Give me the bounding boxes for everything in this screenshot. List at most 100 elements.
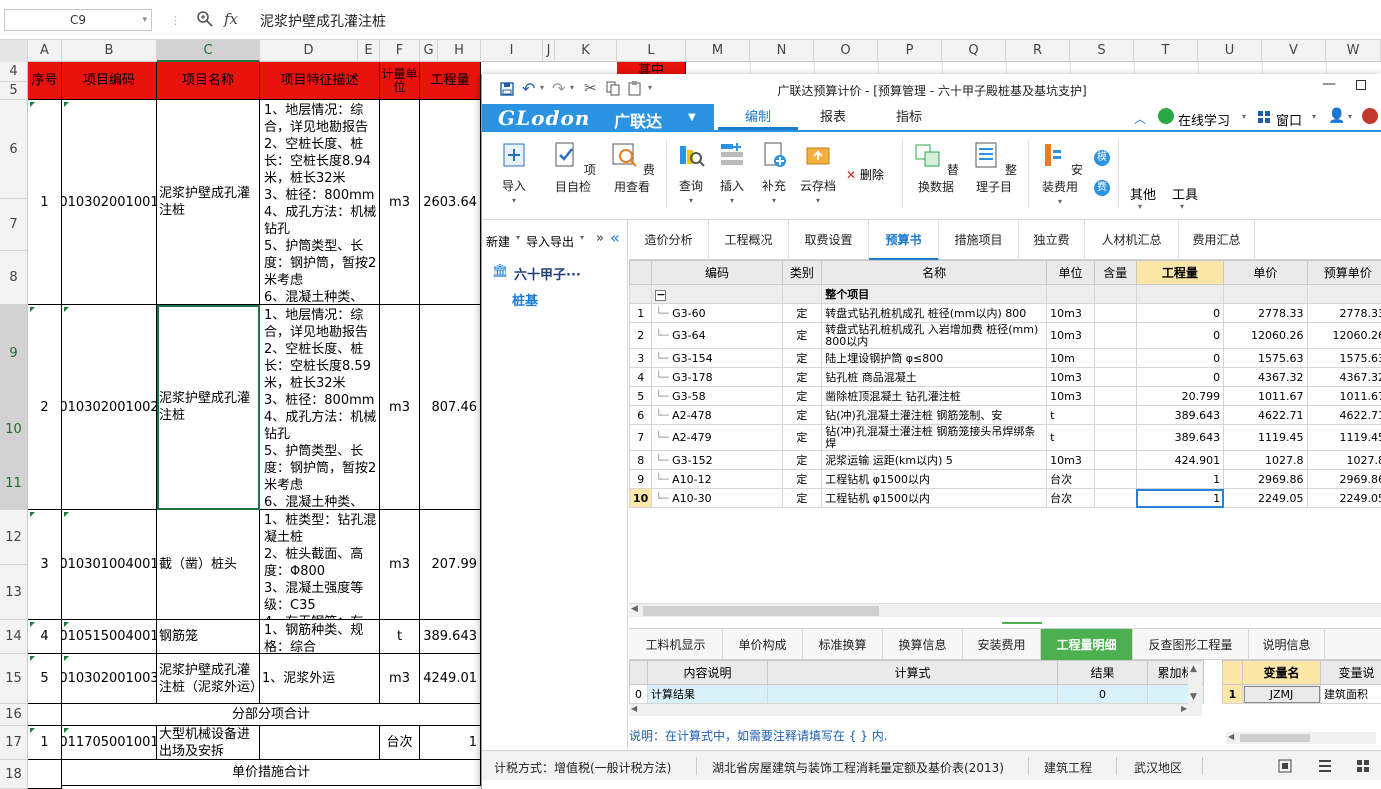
col-quantity[interactable]: 工程量 <box>1135 260 1225 285</box>
col-name[interactable]: 名称 <box>821 260 1048 285</box>
cost-view-button[interactable]: 费用查看 <box>604 140 660 195</box>
cell-code[interactable]: └─ A10-12 <box>651 469 783 489</box>
window-menu-button[interactable]: 窗口 <box>1276 110 1302 129</box>
cell-quantity[interactable]: 389.643 <box>1135 424 1225 451</box>
cell-qty[interactable]: 1 <box>420 726 481 760</box>
cell-quantity-selected[interactable]: 1 <box>1135 488 1225 508</box>
cell-empty[interactable] <box>28 760 62 789</box>
cell-type[interactable]: 定 <box>781 424 823 451</box>
row-header[interactable]: 5 <box>0 82 28 100</box>
column-header[interactable]: W <box>1326 40 1381 62</box>
col-formula[interactable]: 计算式 <box>767 660 1058 685</box>
cell-name[interactable]: 陆上埋设钢护筒 φ≤800 <box>821 348 1048 368</box>
cell-name[interactable]: 工程钻机 φ1500以内 <box>821 488 1048 508</box>
table-row[interactable]: 8 └─ G3-152 定 泥浆运输 运距(km以内) 5 10m3 424.9… <box>628 450 1381 470</box>
cell-unit[interactable]: 台次 <box>380 726 420 760</box>
tab-material-display[interactable]: 工料机显示 <box>629 629 723 661</box>
row-header[interactable]: 17 <box>0 726 28 760</box>
vertical-scrollbar[interactable]: ▲ ▼ <box>1188 664 1202 704</box>
row-header[interactable]: 6 <box>0 100 28 199</box>
cell-quantity[interactable]: 389.643 <box>1135 405 1225 425</box>
tab-quantity-detail[interactable]: 工程量明细 <box>1041 629 1133 661</box>
column-header[interactable]: N <box>750 40 814 62</box>
col-var-desc[interactable]: 变量说 <box>1320 660 1381 685</box>
col-budget-price[interactable]: 预算单价 <box>1306 260 1381 285</box>
cell-quantity[interactable]: 0 <box>1135 322 1225 349</box>
cell-type[interactable]: 定 <box>781 469 823 489</box>
cell-unit[interactable]: m3 <box>380 654 420 704</box>
cell-quantity[interactable]: 0 <box>1135 303 1225 323</box>
cell-unit[interactable]: 10m3 <box>1046 322 1095 349</box>
cell-content[interactable] <box>1093 405 1137 425</box>
row-header[interactable]: 8 <box>0 251 28 305</box>
cell-code[interactable]: └─ A10-30 <box>651 488 783 508</box>
cell-type[interactable]: 定 <box>781 367 823 387</box>
new-button[interactable]: 新建 <box>486 233 510 250</box>
table-row[interactable]: 2 └─ G3-64 定 转盘式钻孔桩机成孔 入岩增加费 桩径(mm) 800以… <box>628 322 1381 349</box>
cell-unit[interactable]: 台次 <box>1046 488 1095 508</box>
cell-budget-price[interactable]: 4367.32 <box>1306 367 1381 387</box>
calc-row[interactable]: 0 计算结果 0 <box>629 684 1204 704</box>
row-header[interactable]: 4 <box>0 62 28 82</box>
cell-quantity[interactable]: 1 <box>1135 469 1225 489</box>
cell-unit[interactable]: m3 <box>380 100 420 305</box>
cell-content[interactable] <box>1093 424 1137 451</box>
cell-type[interactable]: 定 <box>781 348 823 368</box>
cell-name[interactable]: 凿除桩顶混凝土 钻孔灌注桩 <box>821 386 1048 406</box>
cell-unit[interactable]: 台次 <box>1046 469 1095 489</box>
header-code[interactable]: 项目编码 <box>62 62 157 100</box>
user-icon[interactable]: 👤 <box>1328 108 1345 124</box>
header-desc[interactable]: 项目特征描述 <box>260 62 380 100</box>
column-header[interactable]: R <box>1006 40 1070 62</box>
cell-unit-price[interactable]: 2249.05 <box>1223 488 1308 508</box>
name-box[interactable]: C9 ▾ <box>4 9 152 31</box>
chevron-down-icon[interactable]: ▾ <box>1348 112 1352 121</box>
col-result[interactable]: 结果 <box>1057 660 1148 685</box>
chevron-down-icon[interactable]: ▾ <box>516 233 520 242</box>
cell-qty[interactable]: 389.643 <box>420 620 481 654</box>
column-header[interactable]: S <box>1070 40 1134 62</box>
var-row[interactable]: 1 JZMJ 建筑面积 <box>1222 684 1381 704</box>
cell-var-name[interactable]: JZMJ <box>1242 684 1321 704</box>
column-header[interactable]: K <box>555 40 617 62</box>
column-header[interactable]: M <box>686 40 750 62</box>
chevron-up-icon[interactable]: ︿ <box>1134 110 1146 127</box>
cell-name[interactable]: 钻孔桩 商品混凝土 <box>821 367 1048 387</box>
cell-seq[interactable]: 1 <box>28 100 62 305</box>
tree-node-pile[interactable]: 桩基 <box>512 290 538 309</box>
scroll-left-icon[interactable]: ◀ <box>631 704 637 713</box>
tab-report[interactable]: 报表 <box>798 106 868 130</box>
column-header[interactable]: U <box>1198 40 1262 62</box>
glodon-logo[interactable]: GLodon 广联达 ▼ <box>482 104 714 132</box>
tab-reverse-check[interactable]: 反查图形工程量 <box>1133 629 1249 661</box>
column-header[interactable]: A <box>28 40 62 62</box>
view-normal-icon[interactable] <box>1278 759 1292 773</box>
tab-budget[interactable]: 预算书 <box>869 220 939 260</box>
cell-unit[interactable]: t <box>1046 424 1095 451</box>
cell-code[interactable]: 011705001001 <box>62 726 157 760</box>
supplement-button[interactable]: 补充 ▾ <box>756 140 792 205</box>
cell-budget-price[interactable]: 1027.8 <box>1306 450 1381 470</box>
cell-formula[interactable] <box>767 684 1058 704</box>
table-row[interactable]: 4 └─ G3-178 定 钻孔桩 商品混凝土 10m3 0 4367.32 4… <box>628 367 1381 387</box>
cell-unit[interactable]: t <box>380 620 420 654</box>
cell-qty[interactable]: 807.46 <box>420 305 481 510</box>
column-header[interactable]: L <box>617 40 686 62</box>
cell-quantity[interactable]: 424.901 <box>1135 450 1225 470</box>
cell-name[interactable]: 钢筋笼 <box>157 620 260 654</box>
collapse-icon[interactable]: − <box>655 289 667 301</box>
cell-code[interactable]: 010302001002 <box>62 305 157 510</box>
cloud-save-button[interactable]: 云存档 ▾ <box>796 140 840 205</box>
cell-quantity[interactable]: 20.799 <box>1135 386 1225 406</box>
cell-qty[interactable]: 207.99 <box>420 510 481 620</box>
fx-icon[interactable]: fx <box>224 10 238 28</box>
collapse-toggle-cell[interactable]: − <box>651 284 783 304</box>
cell-unit[interactable]: 10m3 <box>1046 386 1095 406</box>
cell-qty[interactable]: 4249.01 <box>420 654 481 704</box>
cell-name[interactable]: 泥浆运输 运距(km以内) 5 <box>821 450 1048 470</box>
delete-button[interactable]: ✕ 删除 <box>846 166 884 183</box>
cell-type[interactable]: 定 <box>781 450 823 470</box>
table-row-whole[interactable]: − 整个项目 <box>628 284 1381 304</box>
column-header[interactable]: F <box>380 40 420 62</box>
chevron-down-icon[interactable]: ▾ <box>580 233 584 242</box>
